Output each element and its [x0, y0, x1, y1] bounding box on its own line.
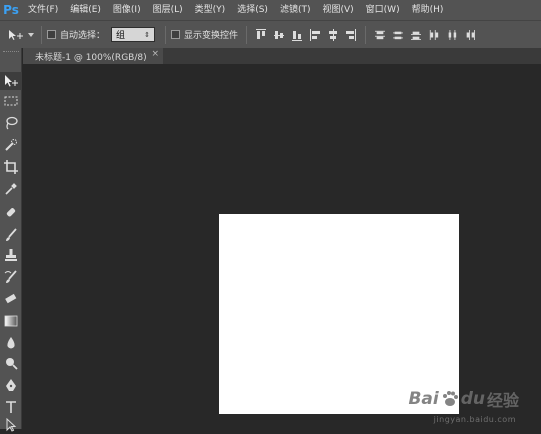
menu-image[interactable]: 图像(I) — [107, 0, 147, 20]
move-tool-button[interactable] — [0, 72, 22, 90]
gradient-icon — [4, 315, 18, 327]
distribute-bottom-edges-icon[interactable] — [411, 29, 421, 41]
type-tool-button[interactable] — [0, 398, 22, 416]
brush-icon — [4, 228, 18, 242]
align-top-edges-icon[interactable] — [256, 29, 266, 41]
panel-grip[interactable] — [3, 51, 19, 55]
menu-help[interactable]: 帮助(H) — [406, 0, 450, 20]
baidu-watermark: Bai du 经验 — [408, 387, 519, 411]
divider — [246, 26, 247, 44]
menu-file[interactable]: 文件(F) — [22, 0, 64, 20]
align-vertical-centers-icon[interactable] — [274, 29, 284, 41]
move-tool-icon — [8, 29, 26, 41]
menu-layer[interactable]: 图层(L) — [147, 0, 189, 20]
align-horizontal-centers-icon[interactable] — [328, 29, 338, 41]
chevron-down-icon — [28, 32, 34, 38]
close-icon[interactable]: × — [151, 49, 159, 59]
brush-tool-button[interactable] — [0, 226, 22, 244]
updown-arrows-icon: ⇕ — [144, 31, 150, 39]
menu-bar: Ps 文件(F) 编辑(E) 图像(I) 图层(L) 类型(Y) 选择(S) 滤… — [0, 0, 541, 20]
path-selection-tool-button[interactable] — [0, 416, 22, 434]
distribute-horizontal-centers-icon[interactable] — [447, 29, 457, 41]
dodge-tool-button[interactable] — [0, 354, 22, 372]
gradient-tool-button[interactable] — [0, 312, 22, 330]
healing-brush-tool-button[interactable] — [0, 204, 22, 222]
menu-select[interactable]: 选择(S) — [231, 0, 274, 20]
marquee-icon — [4, 96, 18, 106]
eraser-tool-button[interactable] — [0, 290, 22, 308]
watermark-brand-suffix: du — [461, 389, 485, 409]
distribute-vertical-centers-icon[interactable] — [393, 29, 403, 41]
watermark-brand: Bai — [408, 389, 438, 409]
auto-select-checkbox[interactable] — [47, 30, 56, 39]
bandage-icon — [4, 206, 18, 220]
menu-view[interactable]: 视图(V) — [316, 0, 359, 20]
distribute-top-edges-icon[interactable] — [375, 29, 385, 41]
move-tool-icon — [4, 74, 18, 88]
tools-panel — [0, 48, 22, 429]
eyedropper-icon — [4, 182, 18, 196]
lasso-tool-button[interactable] — [0, 114, 22, 132]
stamp-icon — [4, 248, 18, 262]
droplet-icon — [4, 336, 18, 350]
distribute-right-edges-icon[interactable] — [465, 29, 475, 41]
auto-select-dropdown[interactable]: 组 ⇕ — [111, 27, 155, 42]
paw-icon — [441, 390, 459, 408]
photoshop-logo: Ps — [0, 0, 22, 20]
divider — [165, 26, 166, 44]
auto-select-label: 自动选择： — [60, 28, 105, 41]
crop-icon — [4, 160, 18, 174]
workspace — [23, 64, 541, 429]
watermark-cn: 经验 — [487, 387, 519, 411]
eraser-icon — [4, 292, 18, 306]
menu-type[interactable]: 类型(Y) — [189, 0, 232, 20]
history-brush-icon — [4, 270, 18, 284]
menu-window[interactable]: 窗口(W) — [360, 0, 406, 20]
path-selection-icon — [4, 418, 18, 432]
show-transform-checkbox[interactable] — [171, 30, 180, 39]
align-bottom-edges-icon[interactable] — [292, 29, 302, 41]
menu-edit[interactable]: 编辑(E) — [64, 0, 107, 20]
watermark-url: jingyan.baidu.com — [434, 415, 516, 424]
blur-tool-button[interactable] — [0, 334, 22, 352]
quick-selection-tool-button[interactable] — [0, 136, 22, 154]
tool-preset-picker[interactable] — [8, 29, 36, 41]
lasso-icon — [4, 116, 18, 130]
crop-tool-button[interactable] — [0, 158, 22, 176]
document-canvas[interactable] — [219, 214, 459, 414]
pen-tool-button[interactable] — [0, 376, 22, 394]
auto-select-value: 组 — [116, 28, 125, 41]
divider — [365, 26, 366, 44]
eyedropper-tool-button[interactable] — [0, 180, 22, 198]
options-bar: 自动选择： 组 ⇕ 显示变换控件 — [0, 20, 541, 48]
show-transform-label: 显示变换控件 — [184, 28, 238, 41]
dodge-icon — [4, 356, 18, 370]
divider — [41, 26, 42, 44]
type-icon — [4, 400, 18, 414]
align-left-edges-icon[interactable] — [310, 29, 320, 41]
menu-filter[interactable]: 滤镜(T) — [274, 0, 317, 20]
document-tab[interactable]: 未标题-1 @ 100%(RGB/8) × — [23, 48, 163, 64]
document-tab-title: 未标题-1 @ 100%(RGB/8) — [35, 50, 147, 63]
pen-icon — [4, 378, 18, 392]
history-brush-tool-button[interactable] — [0, 268, 22, 286]
document-tab-bar: 未标题-1 @ 100%(RGB/8) × — [23, 48, 541, 64]
align-right-edges-icon[interactable] — [346, 29, 356, 41]
quick-selection-icon — [4, 138, 18, 152]
distribute-left-edges-icon[interactable] — [429, 29, 439, 41]
marquee-tool-button[interactable] — [0, 92, 22, 110]
clone-stamp-tool-button[interactable] — [0, 246, 22, 264]
